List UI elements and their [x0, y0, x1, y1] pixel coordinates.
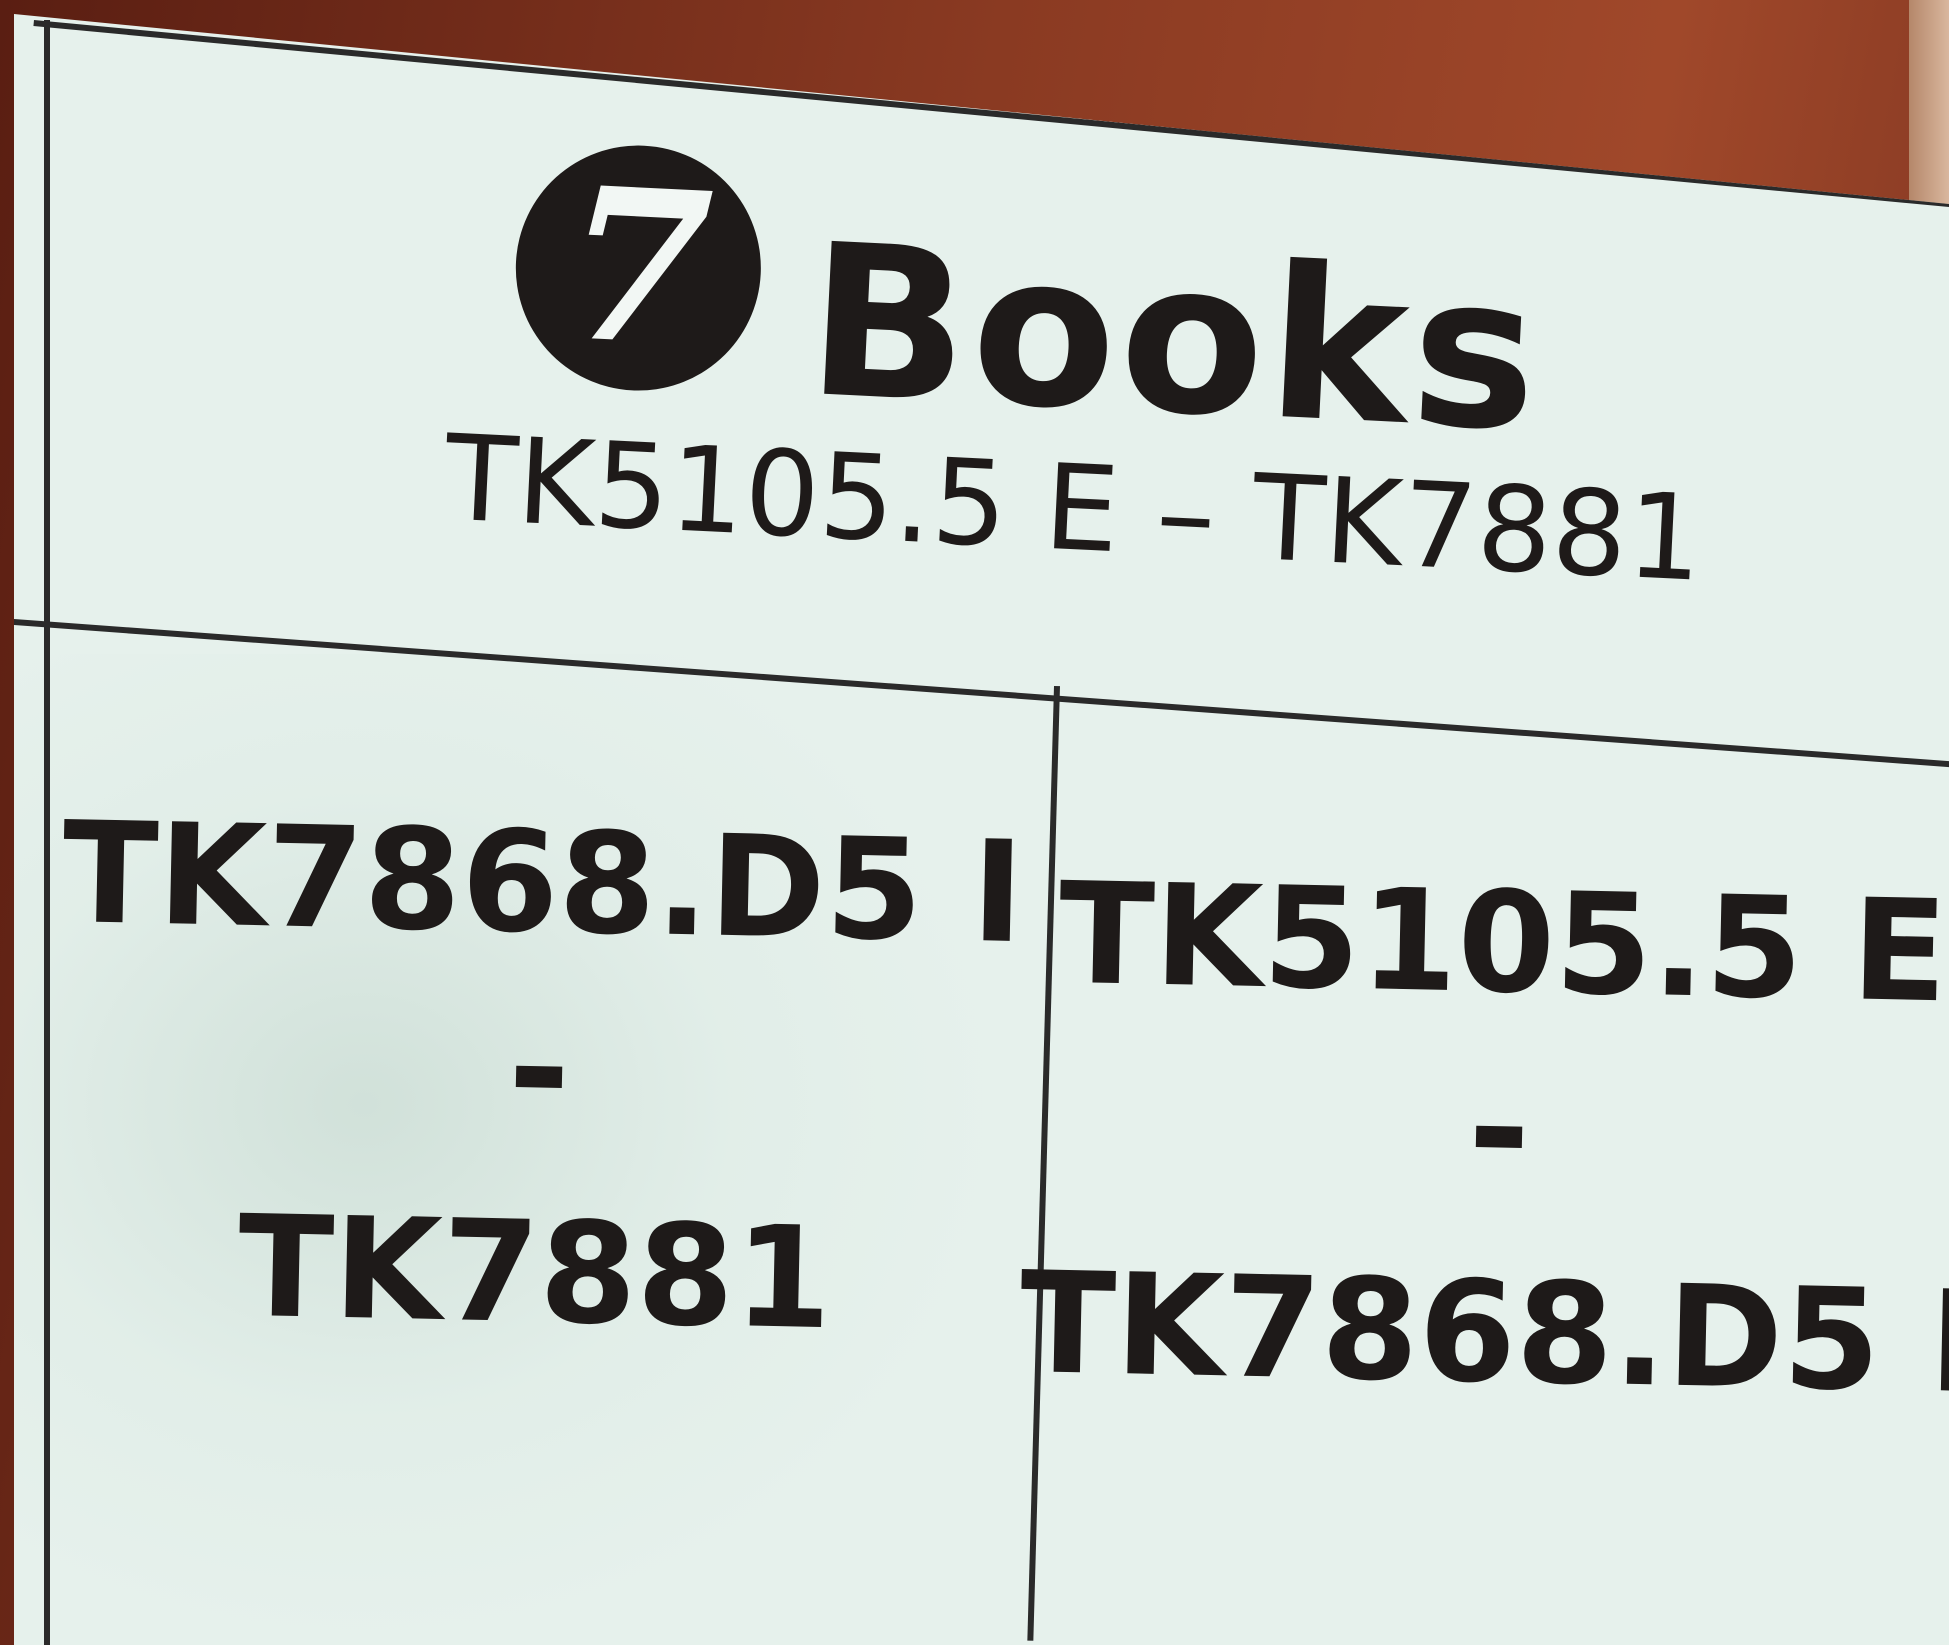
right-range-end: TK7868.D5 H [1018, 1242, 1949, 1427]
right-range-start: TK5105.5 E [1057, 852, 1949, 1035]
photo-scene: 7 Books TK5105.5 E – TK7881 TK7868.D5 I … [0, 0, 1949, 1645]
right-call-number-panel: TK5105.5 E - TK7868.D5 H [1018, 852, 1949, 1427]
logo-number-badge: 7 [510, 139, 767, 396]
left-range-separator: - [506, 981, 573, 1157]
left-range-start: TK7868.D5 I [60, 791, 1026, 976]
sign-header: 7 Books TK5105.5 E – TK7881 [14, 14, 1949, 681]
left-call-number-panel: TK7868.D5 I - TK7881 [29, 791, 1050, 1362]
right-range-separator: - [1466, 1041, 1533, 1217]
left-range-end: TK7881 [236, 1185, 834, 1362]
library-sign: 7 Books TK5105.5 E – TK7881 TK7868.D5 I … [14, 14, 1949, 1645]
logo-word: Books [802, 198, 1547, 479]
sign-logo: 7 Books [509, 112, 1551, 479]
